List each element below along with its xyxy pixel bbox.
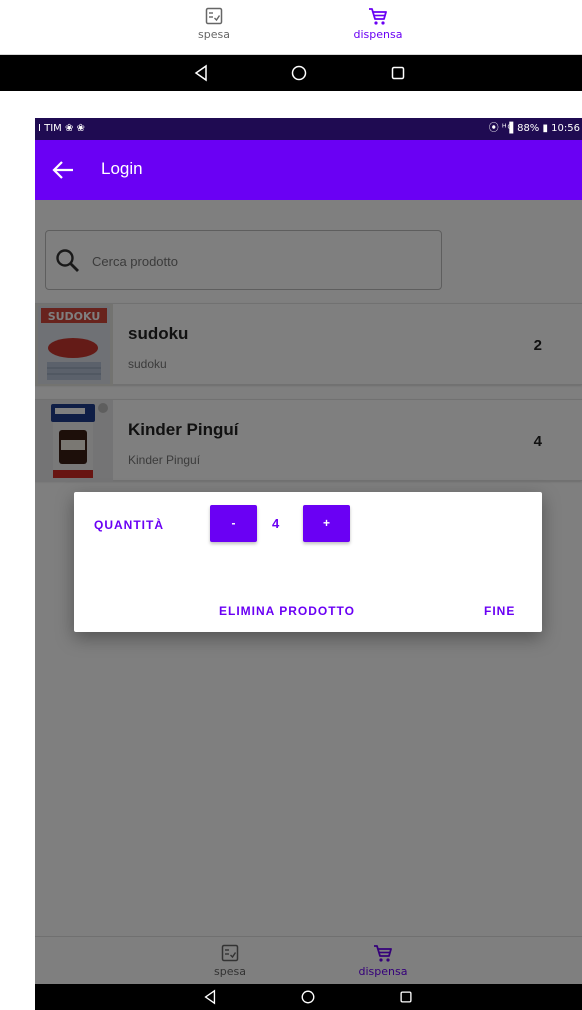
status-right: ⦿ ᴴ ͩ▌88% ▮ 10:56 [488,123,580,134]
nav-label: spesa [198,28,230,41]
back-triangle-icon[interactable] [192,64,210,82]
carrier-text: I TIM ❀ ❀ [38,123,85,134]
nav-label: dispensa [353,28,403,41]
nav-item-dispensa[interactable]: dispensa [333,6,423,41]
quantity-dialog: QUANTITÀ - 4 + ELIMINA PRODOTTO FINE [74,492,542,632]
recents-square-icon[interactable] [389,64,407,82]
home-circle-icon[interactable] [300,989,316,1005]
delete-product-button[interactable]: ELIMINA PRODOTTO [219,604,355,618]
quantity-value: 4 [272,516,280,531]
decrement-button[interactable]: - [210,505,257,542]
cart-icon [369,8,387,25]
status-bar: I TIM ❀ ❀ ⦿ ᴴ ͩ▌88% ▮ 10:56 [35,118,582,140]
increment-button[interactable]: + [303,505,350,542]
phone-screen: I TIM ❀ ❀ ⦿ ᴴ ͩ▌88% ▮ 10:56 Login Cerca … [35,118,582,1010]
app-bar-title: Login [101,159,143,178]
top-bottom-navigation: spesa dispensa [0,0,582,55]
quantity-label: QUANTITÀ [94,518,164,532]
app-bar: Login [35,140,582,200]
back-triangle-icon[interactable] [202,989,218,1005]
nav-item-spesa[interactable]: spesa [169,6,259,41]
done-button[interactable]: FINE [484,604,515,618]
back-arrow-icon[interactable] [51,160,75,180]
system-navigation-bar [35,984,582,1010]
home-circle-icon[interactable] [290,64,308,82]
checklist-icon [205,7,223,25]
recents-square-icon[interactable] [398,989,414,1005]
system-navigation-bar [0,55,582,91]
